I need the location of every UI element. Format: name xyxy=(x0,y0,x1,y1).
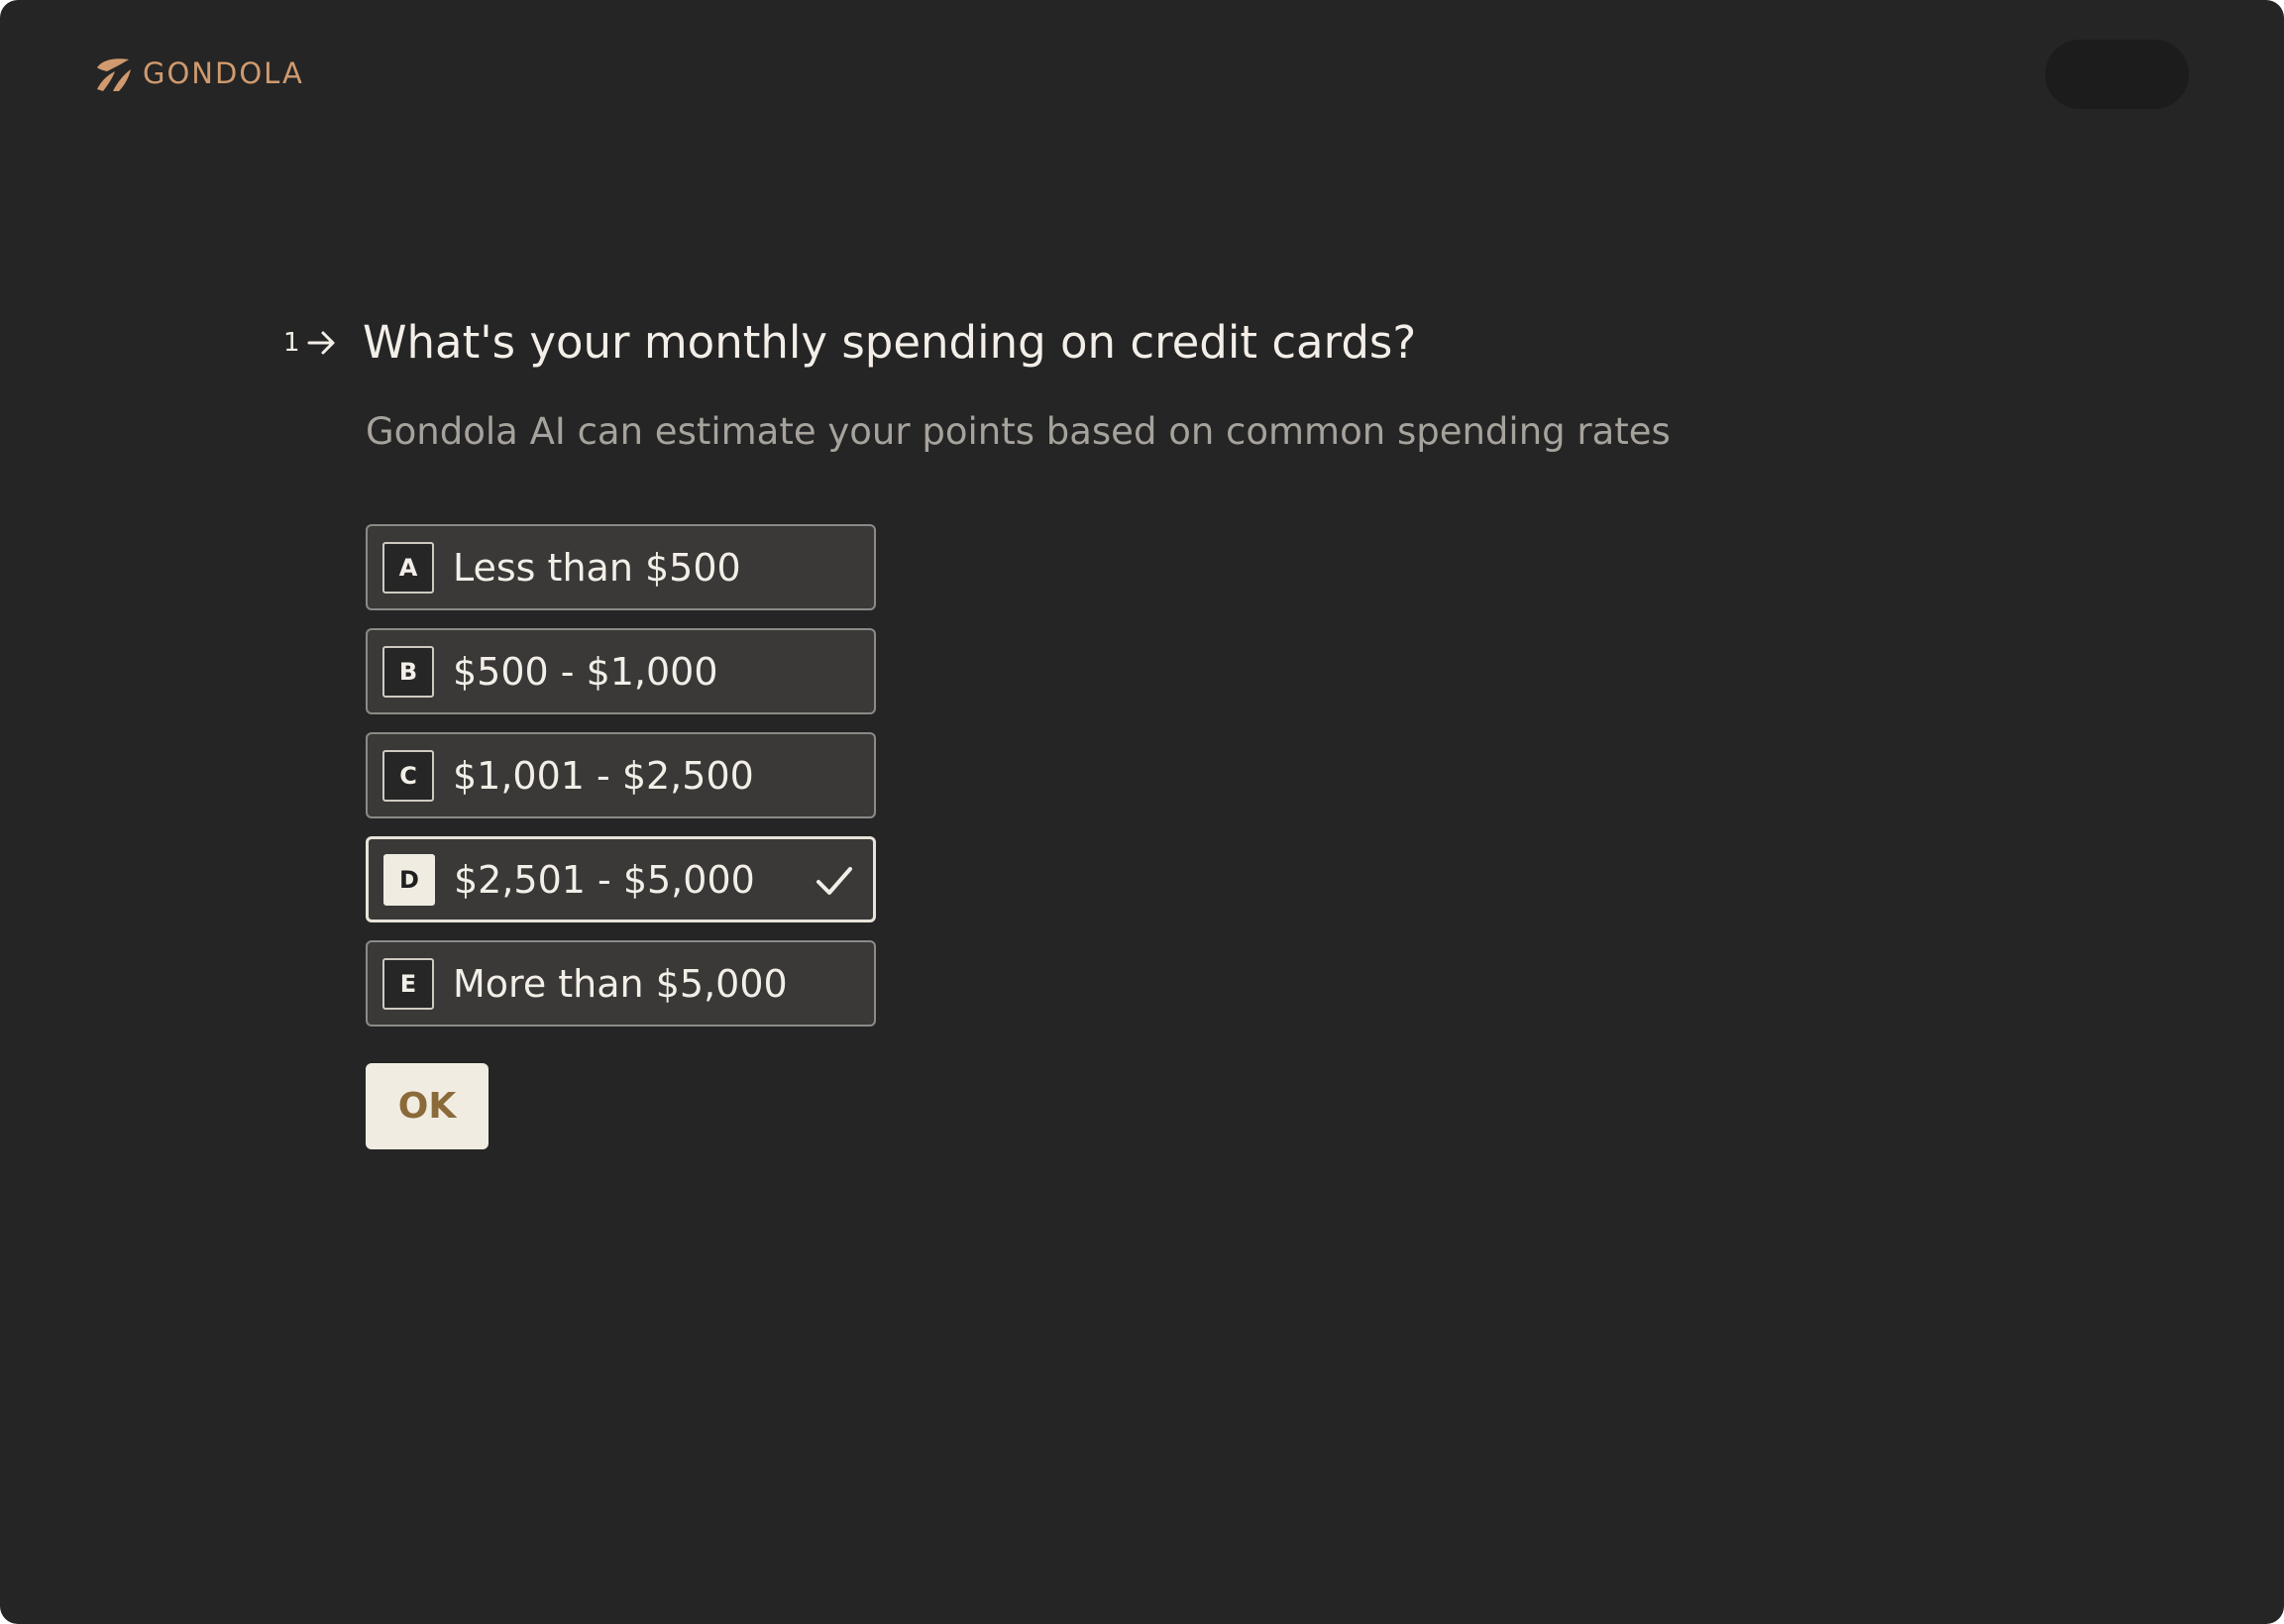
question-header: 1 What's your monthly spending on credit… xyxy=(283,313,2166,373)
option-label: More than $5,000 xyxy=(453,961,788,1006)
question-subtitle: Gondola AI can estimate your points base… xyxy=(366,410,1671,453)
option-key: B xyxy=(382,645,434,698)
option-e[interactable]: E More than $5,000 xyxy=(366,940,876,1027)
option-key: E xyxy=(382,957,434,1010)
arrow-right-icon xyxy=(307,331,335,355)
option-label: $1,001 - $2,500 xyxy=(453,753,754,798)
option-key: D xyxy=(383,853,435,906)
option-c[interactable]: C $1,001 - $2,500 xyxy=(366,732,876,818)
option-label: Less than $500 xyxy=(453,545,741,590)
option-label: $2,501 - $5,000 xyxy=(454,857,755,902)
option-label: $500 - $1,000 xyxy=(453,649,718,694)
header-action-button[interactable] xyxy=(2045,40,2189,109)
gondola-logo-icon xyxy=(97,58,131,91)
question-title: What's your monthly spending on credit c… xyxy=(363,316,1417,369)
question-block: 1 What's your monthly spending on credit… xyxy=(283,313,2166,454)
option-b[interactable]: B $500 - $1,000 xyxy=(366,628,876,714)
option-a[interactable]: A Less than $500 xyxy=(366,524,876,610)
option-d[interactable]: D $2,501 - $5,000 xyxy=(366,836,876,922)
option-key: A xyxy=(382,541,434,594)
brand-name: GONDOLA xyxy=(143,56,304,90)
checkmark-icon xyxy=(816,867,852,895)
ok-button[interactable]: OK xyxy=(366,1063,489,1149)
option-key: C xyxy=(382,749,434,802)
header: GONDOLA xyxy=(0,0,2284,149)
typeform-window: GONDOLA 1 What's your monthly spending o… xyxy=(0,0,2284,1624)
brand-logo[interactable]: GONDOLA xyxy=(93,54,304,93)
question-number: 1 xyxy=(283,328,300,358)
answer-options: A Less than $500 B $500 - $1,000 C $1,00… xyxy=(366,524,876,1044)
